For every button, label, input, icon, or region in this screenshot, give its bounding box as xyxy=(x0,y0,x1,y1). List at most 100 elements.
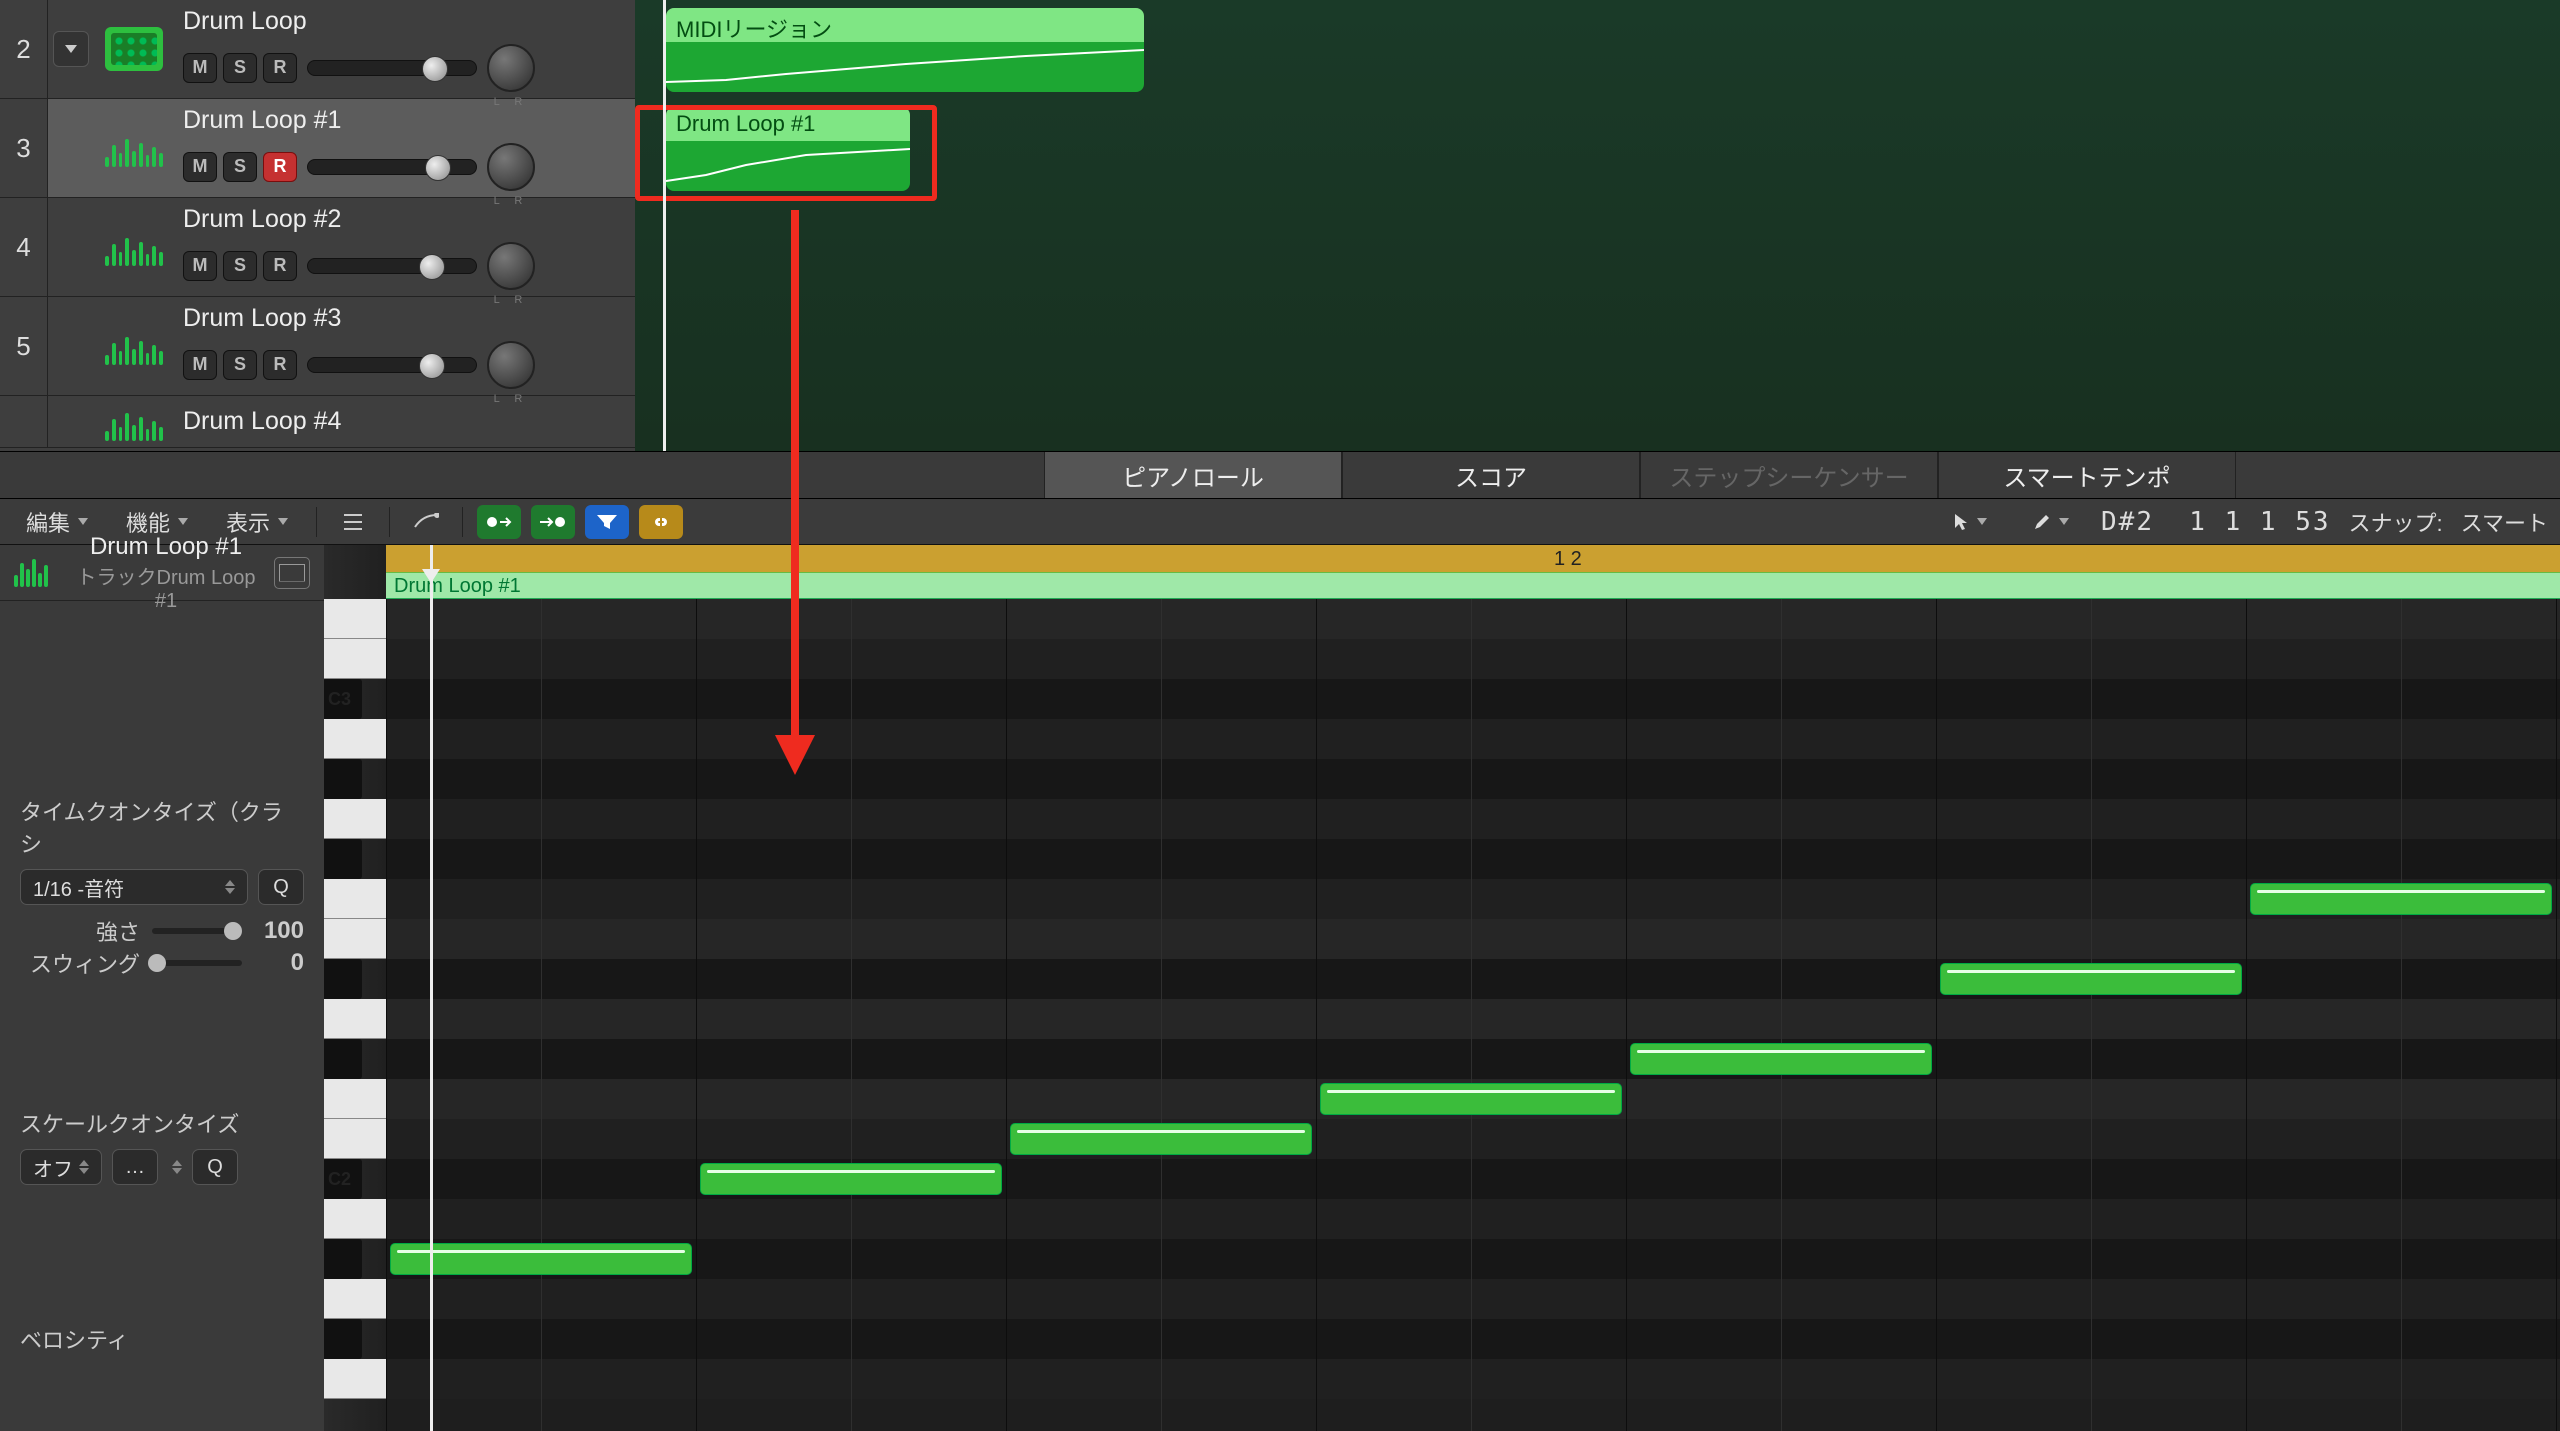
quantize-value-select[interactable]: 1/16 -音符 xyxy=(20,869,248,905)
snap-label: スナップ: xyxy=(2349,506,2443,538)
editor-tab: ステップシーケンサー xyxy=(1640,452,1938,498)
midi-note[interactable] xyxy=(1010,1123,1312,1155)
white-key[interactable] xyxy=(324,1279,386,1319)
playhead[interactable] xyxy=(663,0,666,451)
link-icon[interactable] xyxy=(639,505,683,539)
solo-button[interactable]: S xyxy=(223,152,257,182)
strength-label: 強さ xyxy=(96,915,140,947)
track-number: 2 xyxy=(0,0,48,98)
black-key[interactable] xyxy=(324,759,362,799)
expand-button[interactable] xyxy=(53,31,89,67)
waveform-icon xyxy=(14,559,58,587)
editor-tab[interactable]: スマートテンポ xyxy=(1938,452,2236,498)
midi-note[interactable] xyxy=(1320,1083,1622,1115)
mute-button[interactable]: M xyxy=(183,350,217,380)
midi-out-icon[interactable] xyxy=(531,505,575,539)
ruler[interactable]: 1 2 xyxy=(386,545,2560,573)
mute-button[interactable]: M xyxy=(183,53,217,83)
piano-roll[interactable]: 1 2 Drum Loop #1 xyxy=(386,545,2560,1431)
pan-knob[interactable] xyxy=(487,143,535,191)
editor-toolbar: 編集 機能 表示 D#2 1 1 1 53 スナップ: スマート xyxy=(0,499,2560,545)
scale-options-button[interactable]: … xyxy=(112,1149,158,1185)
white-key[interactable] xyxy=(324,1079,386,1119)
black-key[interactable] xyxy=(324,1239,362,1279)
strength-value: 100 xyxy=(254,917,304,945)
midi-note[interactable] xyxy=(2250,883,2552,915)
region-band[interactable]: Drum Loop #1 xyxy=(386,573,2560,599)
track-row[interactable]: Drum Loop #4 M S R xyxy=(0,396,635,448)
record-enable-button[interactable]: R xyxy=(263,350,297,380)
arrange-region[interactable]: MIDIリージョン xyxy=(666,8,1144,92)
scale-quantize-label: スケールクオンタイズ xyxy=(20,1107,304,1139)
waveform-icon xyxy=(105,403,163,441)
envelope-icon[interactable] xyxy=(274,557,310,589)
solo-button[interactable]: S xyxy=(223,53,257,83)
track-row[interactable]: 3 Drum Loop #1 M S R xyxy=(0,99,635,198)
piano-roll-playhead[interactable] xyxy=(430,545,433,1431)
white-key[interactable] xyxy=(324,999,386,1039)
volume-fader[interactable] xyxy=(307,159,477,175)
pointer-tool[interactable] xyxy=(1939,505,2001,539)
black-key[interactable] xyxy=(324,839,362,879)
automation-curve-icon[interactable] xyxy=(404,505,448,539)
midi-note[interactable] xyxy=(700,1163,1002,1195)
scale-apply-button[interactable]: Q xyxy=(192,1149,238,1185)
white-key[interactable] xyxy=(324,879,386,919)
white-key[interactable] xyxy=(324,1119,386,1159)
track-name: Drum Loop #4 xyxy=(183,407,635,436)
waveform-icon xyxy=(105,129,163,167)
record-enable-button[interactable]: R xyxy=(263,251,297,281)
swing-slider[interactable] xyxy=(152,960,242,966)
track-row[interactable]: 5 Drum Loop #3 M S R xyxy=(0,297,635,396)
arrange-area[interactable]: MIDIリージョン Drum Loop #1 xyxy=(635,0,2560,451)
record-enable-button[interactable]: R xyxy=(263,152,297,182)
solo-button[interactable]: S xyxy=(223,350,257,380)
white-key[interactable] xyxy=(324,719,386,759)
track-number: 4 xyxy=(0,198,48,296)
volume-fader[interactable] xyxy=(307,258,477,274)
midi-note[interactable] xyxy=(1940,963,2242,995)
editor-tab[interactable]: スコア xyxy=(1342,452,1640,498)
strength-slider[interactable] xyxy=(152,928,242,934)
mute-button[interactable]: M xyxy=(183,152,217,182)
track-name: Drum Loop #3 xyxy=(183,304,635,333)
solo-button[interactable]: S xyxy=(223,251,257,281)
track-number: 3 xyxy=(0,99,48,197)
pencil-tool[interactable] xyxy=(2019,505,2083,539)
white-key[interactable] xyxy=(324,639,386,679)
track-row[interactable]: 2 Drum Loop M S R xyxy=(0,0,635,99)
swing-label: スウィング xyxy=(30,947,140,979)
track-number xyxy=(0,396,48,447)
piano-keyboard[interactable]: C3C2 xyxy=(324,545,386,1431)
swing-value: 0 xyxy=(254,949,304,977)
black-key[interactable] xyxy=(324,1319,362,1359)
white-key[interactable] xyxy=(324,1199,386,1239)
midi-in-icon[interactable] xyxy=(477,505,521,539)
volume-fader[interactable] xyxy=(307,357,477,373)
midi-note[interactable] xyxy=(390,1243,692,1275)
white-key[interactable] xyxy=(324,799,386,839)
editor-tab[interactable]: ピアノロール xyxy=(1044,452,1342,498)
volume-fader[interactable] xyxy=(307,60,477,76)
time-quantize-label: タイムクオンタイズ（クラシ xyxy=(20,795,304,859)
catch-filter-icon[interactable] xyxy=(585,505,629,539)
snap-value[interactable]: スマート xyxy=(2461,506,2548,538)
quantize-apply-button[interactable]: Q xyxy=(258,869,304,905)
velocity-label: ベロシティ xyxy=(20,1323,304,1355)
midi-note[interactable] xyxy=(1630,1043,1932,1075)
mute-button[interactable]: M xyxy=(183,251,217,281)
annotation-arrow xyxy=(765,210,825,780)
track-row[interactable]: 4 Drum Loop #2 M S R xyxy=(0,198,635,297)
white-key[interactable] xyxy=(324,599,386,639)
scale-value-select[interactable]: オフ xyxy=(20,1149,102,1185)
white-key[interactable] xyxy=(324,919,386,959)
arrange-region[interactable]: Drum Loop #1 xyxy=(666,107,910,191)
black-key[interactable] xyxy=(324,959,362,999)
black-key[interactable] xyxy=(324,1039,362,1079)
pan-knob[interactable] xyxy=(487,242,535,290)
collapse-icon[interactable] xyxy=(331,505,375,539)
white-key[interactable] xyxy=(324,1359,386,1399)
pan-knob[interactable] xyxy=(487,341,535,389)
pan-knob[interactable] xyxy=(487,44,535,92)
record-enable-button[interactable]: R xyxy=(263,53,297,83)
